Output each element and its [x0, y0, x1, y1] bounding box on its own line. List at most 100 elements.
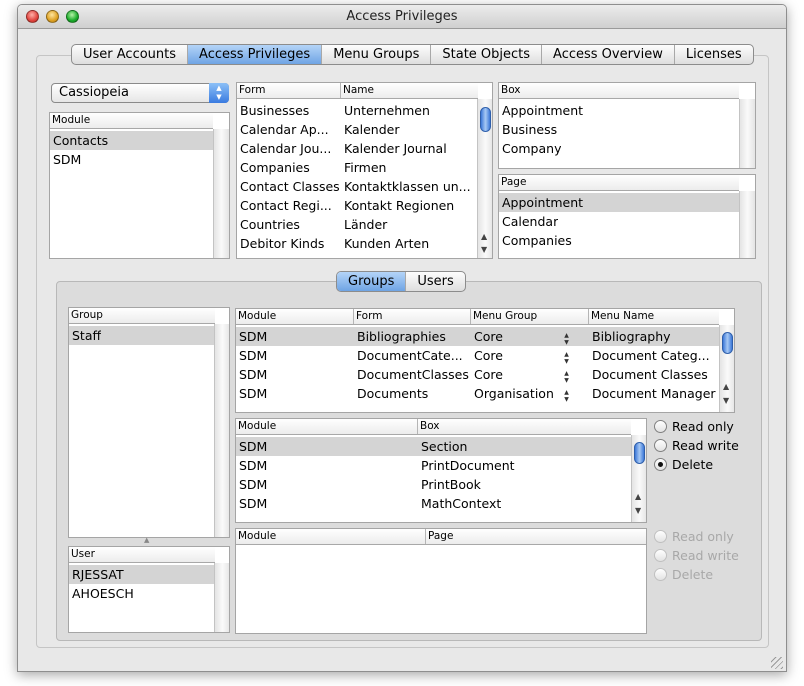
module-header[interactable]: Module [236, 419, 418, 434]
table-row[interactable]: SDM DocumentCate... ▲▼ Core Document Categ..… [236, 346, 719, 365]
radio-circle-icon [654, 458, 667, 471]
table-row[interactable]: SDM DocumentClasses ▲▼ Core Document Classes [236, 365, 719, 384]
page-header[interactable]: Page [426, 529, 646, 544]
tab-menu-groups[interactable]: Menu Groups [321, 45, 430, 64]
table-row[interactable]: SDM PrintBook [236, 475, 631, 494]
form-header[interactable]: Form [237, 83, 341, 98]
form-header[interactable]: Form [354, 309, 471, 324]
list-item[interactable]: AHOESCH [69, 584, 215, 603]
menu-group-header[interactable]: Menu Group [471, 309, 589, 324]
page-header[interactable]: Page [499, 175, 739, 190]
table-row[interactable]: SDM MathContext [236, 494, 631, 513]
scroll-down-icon[interactable]: ▼ [723, 396, 729, 405]
group-list[interactable]: Group Staff [68, 307, 230, 538]
table-cell: Countries [240, 217, 300, 232]
box-header[interactable]: Box [418, 419, 631, 434]
list-item[interactable]: Staff [69, 326, 215, 345]
list-item[interactable]: SDM [50, 150, 213, 169]
module-header[interactable]: Module [236, 529, 426, 544]
radio-read-only[interactable]: Read only [654, 419, 734, 434]
module-header[interactable]: Module [50, 113, 213, 128]
radio-circle-icon [654, 530, 667, 543]
table-row[interactable]: Contact Classes Kontaktklassen un... [237, 177, 477, 196]
scrollbar[interactable] [213, 129, 229, 258]
menu-table[interactable]: Module Form Menu Group Menu Name SDM Bibl… [235, 308, 735, 413]
radio-label: Read only [672, 419, 734, 434]
radio-circle-icon [654, 439, 667, 452]
table-row[interactable]: SDM Section [236, 437, 631, 456]
list-item[interactable]: Company [499, 139, 739, 158]
box-list[interactable]: Box Appointment Business Company [498, 82, 756, 169]
table-cell: Unternehmen [344, 103, 430, 118]
table-row[interactable]: SDM Bibliographies ▲▼ Core Bibliography [236, 327, 719, 346]
scroll-up-icon[interactable]: ▲ [481, 232, 487, 241]
scroll-thumb[interactable] [722, 332, 733, 354]
scrollbar[interactable] [739, 99, 755, 168]
scrollbar[interactable]: ▲ ▼ [719, 325, 734, 412]
table-cell: SDM [239, 477, 268, 492]
radio-read-write[interactable]: Read write [654, 438, 739, 453]
module-header[interactable]: Module [236, 309, 354, 324]
list-item[interactable]: Calendar [499, 212, 739, 231]
tab-licenses[interactable]: Licenses [673, 45, 753, 64]
table-row[interactable]: Calendar Jou... Kalender Journal [237, 139, 477, 158]
name-header[interactable]: Name [341, 83, 478, 98]
form-table[interactable]: Form Name Businesses Unternehmen Calendar … [236, 82, 493, 259]
scroll-down-icon[interactable]: ▼ [481, 245, 487, 254]
scroll-up-icon[interactable]: ▲ [723, 382, 729, 391]
tab-groups[interactable]: Groups [337, 272, 406, 291]
list-item[interactable]: Contacts [50, 131, 213, 150]
scroll-thumb[interactable] [480, 107, 491, 132]
tab-state-objects[interactable]: State Objects [430, 45, 541, 64]
table-row[interactable]: SDM PrintDocument [236, 456, 631, 475]
scrollbar[interactable] [214, 324, 229, 537]
tab-users[interactable]: Users [405, 272, 464, 291]
table-row[interactable]: SDM Documents ▲▼ Organisation Document Manag… [236, 384, 719, 403]
tab-access-privileges[interactable]: Access Privileges [187, 45, 322, 64]
list-item[interactable]: Appointment [499, 193, 739, 212]
database-popup[interactable]: Cassiopeia ▲ ▼ [51, 83, 229, 103]
group-header[interactable]: Group [69, 308, 215, 323]
table-cell: Kalender Journal [344, 141, 447, 156]
scroll-up-icon[interactable]: ▲ [635, 492, 641, 501]
box-header[interactable]: Box [499, 83, 739, 98]
scrollbar[interactable]: ▲ ▼ [477, 99, 492, 258]
list-item[interactable]: Companies [499, 231, 739, 250]
list-item[interactable]: Appointment [499, 101, 739, 120]
page-list[interactable]: Page Appointment Calendar Companies [498, 174, 756, 259]
title-bar[interactable]: Access Privileges [18, 5, 786, 29]
table-cell: DocumentClasses [357, 367, 469, 382]
list-item[interactable]: Business [499, 120, 739, 139]
scrollbar[interactable] [739, 191, 755, 258]
resize-grip-icon[interactable] [771, 657, 783, 669]
menu-name-header[interactable]: Menu Name [589, 309, 719, 324]
radio-read-write[interactable]: Read write [654, 548, 739, 563]
table-cell: Länder [344, 217, 388, 232]
scroll-down-icon[interactable]: ▼ [635, 506, 641, 515]
splitter-dot-icon[interactable]: ▲ [144, 536, 149, 544]
tab-access-overview[interactable]: Access Overview [541, 45, 674, 64]
scroll-thumb[interactable] [634, 442, 645, 464]
table-cell: SDM [239, 496, 268, 511]
radio-read-only[interactable]: Read only [654, 529, 734, 544]
box-table[interactable]: Module Box SDM Section SDM PrintDocument SDM… [235, 418, 647, 523]
table-row[interactable]: Debitor Kinds Kunden Arten [237, 234, 477, 253]
table-row[interactable]: Contact Regi... Kontakt Regionen [237, 196, 477, 215]
table-cell: Bibliographies [357, 329, 446, 344]
radio-delete[interactable]: Delete [654, 457, 713, 472]
tab-user-accounts[interactable]: User Accounts [72, 45, 187, 64]
table-row[interactable]: Countries Länder [237, 215, 477, 234]
list-item[interactable]: RJESSAT [69, 565, 215, 584]
table-cell: Core [474, 367, 503, 382]
user-list[interactable]: User RJESSAT AHOESCH [68, 546, 230, 633]
page-table[interactable]: Module Page [235, 528, 647, 634]
user-header[interactable]: User [69, 547, 215, 562]
scrollbar[interactable]: ▲ ▼ [631, 435, 646, 522]
radio-delete[interactable]: Delete [654, 567, 713, 582]
table-cell: Documents [357, 386, 429, 401]
table-row[interactable]: Calendar Ap... Kalender [237, 120, 477, 139]
table-row[interactable]: Businesses Unternehmen [237, 101, 477, 120]
table-row[interactable]: Companies Firmen [237, 158, 477, 177]
scrollbar[interactable] [214, 563, 229, 632]
module-list[interactable]: Module Contacts SDM [49, 112, 230, 259]
